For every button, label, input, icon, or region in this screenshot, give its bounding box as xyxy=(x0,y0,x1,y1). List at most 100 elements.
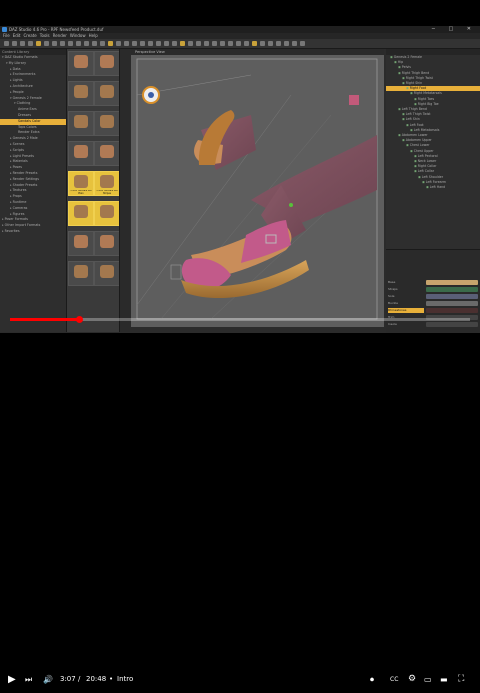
surface-color-swatch[interactable] xyxy=(426,280,478,285)
expand-arrow-icon[interactable]: ▸ xyxy=(2,229,4,233)
toolbar-tool-icon[interactable] xyxy=(28,41,33,46)
chapter-label[interactable]: Intro xyxy=(117,666,133,693)
surface-item[interactable]: Straps xyxy=(388,287,424,292)
toolbar-tool-icon[interactable] xyxy=(140,41,145,46)
expand-arrow-icon[interactable]: ▾ xyxy=(6,61,8,65)
surface-item[interactable]: Rhinestones xyxy=(388,308,424,313)
expand-arrow-icon[interactable]: ▸ xyxy=(10,212,12,216)
expand-arrow-icon[interactable]: ▸ xyxy=(10,165,12,169)
subtitles-icon[interactable]: CC xyxy=(390,666,398,693)
surface-item[interactable]: Base xyxy=(388,280,424,285)
toolbar-tool-icon[interactable] xyxy=(252,41,257,46)
content-thumbnail[interactable] xyxy=(94,141,119,166)
toolbar-tool-icon[interactable] xyxy=(156,41,161,46)
toolbar-tool-icon[interactable] xyxy=(244,41,249,46)
content-thumbnail[interactable] xyxy=(68,81,94,106)
content-thumbnail[interactable] xyxy=(94,51,119,76)
expand-arrow-icon[interactable]: ▸ xyxy=(10,177,12,181)
toolbar-tool-icon[interactable] xyxy=(172,41,177,46)
surface-item[interactable]: Buckle xyxy=(388,301,424,306)
toolbar-tool-icon[interactable] xyxy=(204,41,209,46)
expand-arrow-icon[interactable]: ▸ xyxy=(10,200,12,204)
expand-arrow-icon[interactable]: ▸ xyxy=(10,67,12,71)
library-tree-item[interactable]: ▸Favorites xyxy=(0,229,66,235)
toolbar-tool-icon[interactable] xyxy=(196,41,201,46)
surface-color-swatch[interactable] xyxy=(426,294,478,299)
expand-arrow-icon[interactable]: ▸ xyxy=(2,223,4,227)
menu-item-edit[interactable]: Edit xyxy=(13,33,21,38)
toolbar-tool-icon[interactable] xyxy=(60,41,65,46)
scene-node[interactable]: ◉ Left Hand xyxy=(386,185,480,190)
toolbar-tool-icon[interactable] xyxy=(4,41,9,46)
content-thumbnail[interactable] xyxy=(94,81,119,106)
expand-arrow-icon[interactable]: ▸ xyxy=(10,159,12,163)
fullscreen-icon[interactable]: ⛶ xyxy=(458,666,464,693)
menu-item-tools[interactable]: Tools xyxy=(40,33,50,38)
toolbar-tool-icon[interactable] xyxy=(236,41,241,46)
menu-item-create[interactable]: Create xyxy=(23,33,36,38)
toolbar-tool-icon[interactable] xyxy=(36,41,41,46)
autoplay-toggle-icon[interactable]: ⏺ xyxy=(370,666,374,693)
content-thumbnail[interactable]: ! Color Sandals G2F Stripes xyxy=(94,171,119,196)
expand-arrow-icon[interactable]: ▸ xyxy=(10,84,12,88)
toolbar-tool-icon[interactable] xyxy=(188,41,193,46)
toolbar-tool-icon[interactable] xyxy=(116,41,121,46)
expand-arrow-icon[interactable]: ▸ xyxy=(10,136,12,140)
surface-color-swatch[interactable] xyxy=(426,301,478,306)
expand-arrow-icon[interactable]: ▸ xyxy=(10,188,12,192)
video-progress-bar[interactable] xyxy=(10,316,470,323)
expand-arrow-icon[interactable]: ▸ xyxy=(10,171,12,175)
content-thumbnail[interactable] xyxy=(94,261,119,286)
toolbar-tool-icon[interactable] xyxy=(52,41,57,46)
toolbar-tool-icon[interactable] xyxy=(148,41,153,46)
content-thumbnail[interactable] xyxy=(68,111,94,136)
content-thumbnail[interactable] xyxy=(68,141,94,166)
expand-arrow-icon[interactable]: ▾ xyxy=(14,101,16,105)
surface-color-swatch[interactable] xyxy=(426,287,478,292)
expand-arrow-icon[interactable]: ▸ xyxy=(10,142,12,146)
toolbar-tool-icon[interactable] xyxy=(284,41,289,46)
surface-color-swatch[interactable] xyxy=(426,322,478,327)
miniplayer-icon[interactable]: ▭ xyxy=(424,666,432,693)
window-controls[interactable]: ─ □ ✕ xyxy=(432,26,477,33)
expand-arrow-icon[interactable]: ▸ xyxy=(10,148,12,152)
toolbar-tool-icon[interactable] xyxy=(76,41,81,46)
tab-content-library[interactable]: Content Library xyxy=(2,50,29,54)
viewport-label[interactable]: Perspective View xyxy=(135,50,165,54)
video-scrubber-knob[interactable] xyxy=(76,316,83,323)
menu-item-window[interactable]: Window xyxy=(70,33,86,38)
content-thumbnail[interactable] xyxy=(68,201,94,226)
play-icon[interactable]: ▶ xyxy=(8,666,16,693)
surface-color-swatch[interactable] xyxy=(426,308,478,313)
content-thumbnail[interactable] xyxy=(94,201,119,226)
surface-item[interactable]: Sole xyxy=(388,294,424,299)
toolbar-tool-icon[interactable] xyxy=(132,41,137,46)
expand-arrow-icon[interactable]: ▸ xyxy=(10,183,12,187)
viewport[interactable]: Perspective View xyxy=(131,49,384,327)
expand-arrow-icon[interactable]: ▸ xyxy=(10,194,12,198)
toolbar-tool-icon[interactable] xyxy=(68,41,73,46)
toolbar-tool-icon[interactable] xyxy=(20,41,25,46)
content-thumbnail[interactable] xyxy=(68,231,94,256)
toolbar-tool-icon[interactable] xyxy=(228,41,233,46)
expand-arrow-icon[interactable]: ▸ xyxy=(10,206,12,210)
surface-item[interactable]: Insole xyxy=(388,322,424,327)
toolbar-tool-icon[interactable] xyxy=(124,41,129,46)
toolbar-tool-icon[interactable] xyxy=(292,41,297,46)
expand-arrow-icon[interactable]: ▸ xyxy=(10,78,12,82)
toolbar-tool-icon[interactable] xyxy=(276,41,281,46)
toolbar-tool-icon[interactable] xyxy=(180,41,185,46)
toolbar-tool-icon[interactable] xyxy=(220,41,225,46)
next-icon[interactable]: ⏭ xyxy=(25,666,32,693)
menu-item-render[interactable]: Render xyxy=(53,33,67,38)
toolbar-tool-icon[interactable] xyxy=(92,41,97,46)
content-thumbnail[interactable] xyxy=(68,51,94,76)
menu-item-file[interactable]: File xyxy=(3,33,10,38)
toolbar-tool-icon[interactable] xyxy=(260,41,265,46)
toolbar-tool-icon[interactable] xyxy=(300,41,305,46)
menu-item-help[interactable]: Help xyxy=(89,33,98,38)
toolbar-tool-icon[interactable] xyxy=(212,41,217,46)
volume-icon[interactable]: 🔊 xyxy=(43,666,53,693)
toolbar-tool-icon[interactable] xyxy=(100,41,105,46)
settings-gear-icon[interactable]: ⚙ xyxy=(408,666,416,693)
